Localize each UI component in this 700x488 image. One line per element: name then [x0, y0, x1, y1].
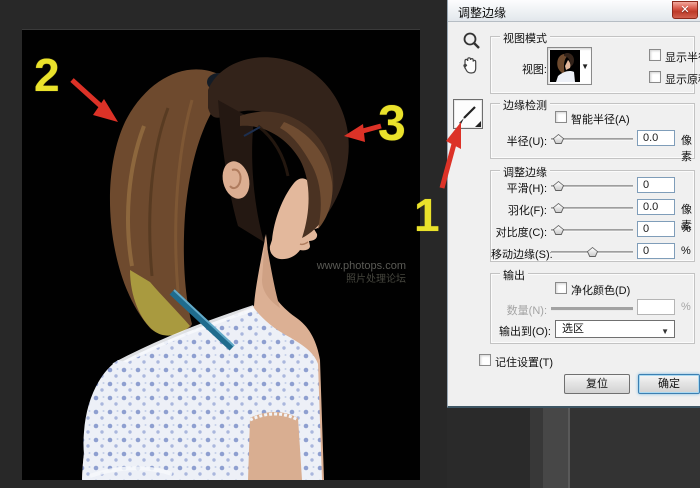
- panel-divider: [530, 408, 543, 488]
- workspace-under-dialog: [447, 408, 700, 488]
- zoom-tool-button[interactable]: [460, 30, 484, 54]
- annotation-2: 2: [34, 52, 60, 98]
- refine-radius-brush-icon: [454, 100, 482, 128]
- show-original-checkbox[interactable]: [649, 71, 661, 83]
- view-mode-group: 视图模式 视图: ▼ 显示半径 (J) 显示原稿 (P): [490, 36, 695, 94]
- contrast-slider-thumb[interactable]: [553, 225, 564, 235]
- contrast-label: 对比度(C):: [491, 224, 547, 240]
- feather-slider-track[interactable]: [551, 207, 633, 210]
- smooth-slider-track[interactable]: [551, 185, 633, 188]
- shift-edge-slider-track[interactable]: [551, 251, 633, 254]
- smooth-value-input[interactable]: 0: [637, 177, 675, 193]
- chevron-down-icon: ▼: [581, 62, 589, 71]
- show-radius-checkbox[interactable]: [649, 49, 661, 61]
- decontaminate-colors-label: 净化颜色(D): [571, 282, 630, 298]
- smart-radius-label: 智能半径(A): [571, 111, 630, 127]
- watermark-forum: 照片处理论坛: [317, 273, 406, 286]
- contrast-slider-track[interactable]: [551, 229, 633, 232]
- show-original-label: 显示原稿 (P): [665, 71, 700, 87]
- chevron-down-icon: ▼: [661, 324, 669, 340]
- amount-unit: %: [681, 301, 691, 313]
- image-canvas: www.photops.com 照片处理论坛: [22, 30, 420, 480]
- adjust-edge-group: 调整边缘 平滑(H): 0 羽化(F): 0.0 像素 对比度(C): 0 % …: [490, 170, 695, 262]
- view-thumbnail-image: [550, 50, 580, 82]
- view-mode-group-label: 视图模式: [500, 30, 550, 46]
- smart-radius-checkbox[interactable]: [555, 111, 567, 123]
- amount-value-input: [637, 299, 675, 315]
- panel-background: [570, 408, 700, 488]
- edge-detection-group: 边缘检测 智能半径(A) 半径(U): 0.0 像素: [490, 103, 695, 159]
- edge-detection-group-label: 边缘检测: [500, 97, 550, 113]
- shift-edge-label: 移动边缘(S):: [491, 246, 547, 262]
- radius-value-input[interactable]: 0.0: [637, 130, 675, 146]
- smooth-label: 平滑(H):: [491, 180, 547, 196]
- radius-slider-track[interactable]: [551, 138, 633, 141]
- output-to-dropdown[interactable]: 选区 ▼: [555, 320, 675, 338]
- refine-edge-dialog: 调整边缘 ✕ 视图模式 视图:: [447, 0, 700, 408]
- radius-slider-thumb[interactable]: [553, 134, 564, 144]
- annotation-3: 3: [378, 98, 406, 148]
- output-group-label: 输出: [500, 267, 528, 283]
- feather-slider-thumb[interactable]: [553, 203, 564, 213]
- output-group: 输出 净化颜色(D) 数量(N): % 输出到(O): 选区 ▼: [490, 273, 695, 344]
- view-label: 视图:: [505, 61, 547, 77]
- radius-unit: 像素: [681, 132, 694, 164]
- contrast-unit: %: [681, 223, 691, 235]
- remember-settings-checkbox[interactable]: [479, 354, 491, 366]
- show-radius-label: 显示半径 (J): [665, 49, 700, 65]
- dialog-titlebar[interactable]: 调整边缘 ✕: [448, 0, 700, 22]
- adjust-edge-group-label: 调整边缘: [500, 164, 550, 180]
- ok-button[interactable]: 确定: [638, 374, 700, 394]
- smooth-slider-thumb[interactable]: [553, 181, 564, 191]
- radius-label: 半径(U):: [491, 133, 547, 149]
- shift-edge-value-input[interactable]: 0: [637, 243, 675, 259]
- amount-label: 数量(N):: [491, 302, 547, 318]
- remember-settings-label: 记住设置(T): [495, 354, 553, 370]
- contrast-value-input[interactable]: 0: [637, 221, 675, 237]
- watermark-url: www.photops.com: [317, 260, 406, 273]
- dialog-title: 调整边缘: [458, 4, 506, 21]
- close-button[interactable]: ✕: [672, 1, 698, 19]
- girl-portrait-photo: [22, 30, 420, 480]
- photoshop-workspace: www.photops.com 照片处理论坛 2 3 1 调整边缘 ✕: [0, 0, 700, 488]
- feather-label: 羽化(F):: [491, 202, 547, 218]
- annotation-1: 1: [414, 192, 440, 238]
- hand-tool-button[interactable]: [458, 54, 482, 78]
- output-to-label: 输出到(O):: [491, 323, 551, 339]
- shift-edge-unit: %: [681, 245, 691, 257]
- output-to-value: 选区: [562, 323, 584, 335]
- watermark: www.photops.com 照片处理论坛: [317, 260, 406, 286]
- decontaminate-colors-checkbox[interactable]: [555, 282, 567, 294]
- amount-slider-track-disabled: [551, 307, 633, 311]
- view-thumbnail-dropdown[interactable]: ▼: [547, 47, 592, 85]
- refine-radius-brush-button[interactable]: [453, 99, 483, 129]
- reset-button[interactable]: 复位: [564, 374, 630, 394]
- feather-value-input[interactable]: 0.0: [637, 199, 675, 215]
- close-icon: ✕: [680, 4, 689, 16]
- shift-edge-slider-thumb[interactable]: [587, 247, 598, 257]
- vertical-scrollbar[interactable]: [543, 408, 568, 488]
